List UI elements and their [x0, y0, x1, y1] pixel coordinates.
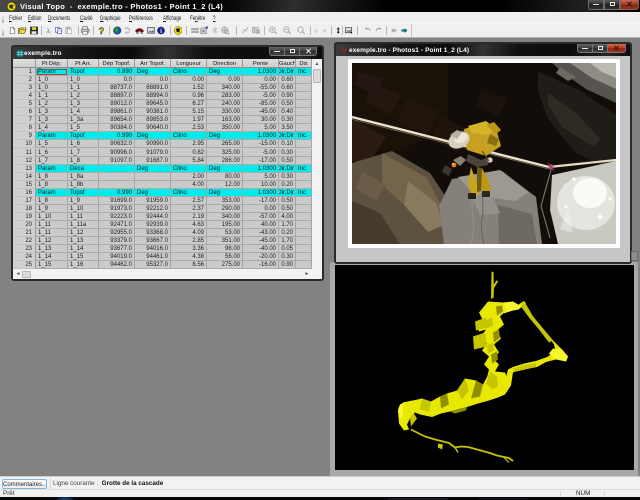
svg-text:i: i — [160, 28, 162, 35]
svg-text:P: P — [323, 28, 327, 34]
svg-text:0: 0 — [314, 28, 317, 34]
svg-text:?: ? — [98, 26, 104, 35]
